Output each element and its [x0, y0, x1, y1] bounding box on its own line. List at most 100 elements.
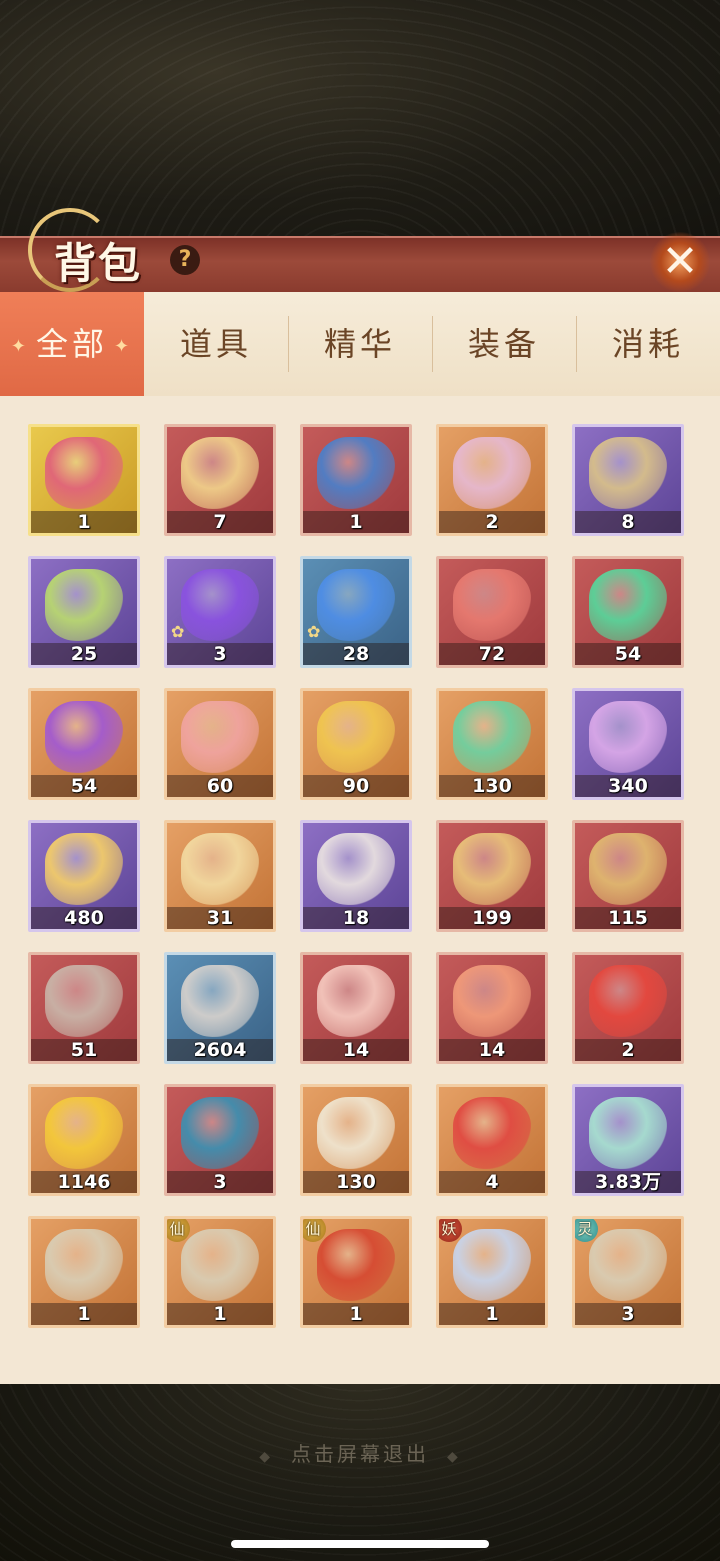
- item-count: 3: [167, 1171, 273, 1193]
- red-potion-gourd-icon: [453, 569, 531, 641]
- inventory-slot[interactable]: 4: [436, 1084, 548, 1196]
- item-count: 90: [303, 775, 409, 797]
- dagger-icon: [45, 965, 123, 1037]
- inventory-slot[interactable]: 3: [164, 1084, 276, 1196]
- rainbow-orb-chest-icon: [45, 569, 123, 641]
- item-count: 480: [31, 907, 137, 929]
- item-count: 54: [575, 643, 681, 665]
- golden-scroll-icon: [181, 833, 259, 905]
- inventory-slot[interactable]: 31: [164, 820, 276, 932]
- inventory-slot[interactable]: 14: [436, 952, 548, 1064]
- inventory-slot[interactable]: ✿ 28: [300, 556, 412, 668]
- amber-potion-bottle-icon: [45, 833, 123, 905]
- pink-potion-bottle-icon: [181, 701, 259, 773]
- item-count: 7: [167, 511, 273, 533]
- item-count: 4: [439, 1171, 545, 1193]
- item-count: 2: [575, 1039, 681, 1061]
- inventory-slot[interactable]: 2604: [164, 952, 276, 1064]
- item-count: 1146: [31, 1171, 137, 1193]
- item-count: 54: [31, 775, 137, 797]
- inventory-slot[interactable]: 1: [28, 1216, 140, 1328]
- tab-consumables[interactable]: 消耗: [576, 292, 720, 396]
- exit-hint-text: 点击屏幕退出: [291, 1442, 429, 1466]
- phoenix-swirl-icon: [589, 965, 667, 1037]
- item-count: 25: [31, 643, 137, 665]
- battle-axe-icon: [181, 1229, 259, 1301]
- grade-tag: 妖: [439, 1219, 462, 1242]
- tab-label: 精华: [323, 325, 396, 363]
- item-count: 115: [575, 907, 681, 929]
- item-count: 3: [167, 643, 273, 665]
- curved-blade-icon: [453, 1229, 531, 1301]
- item-count: 3: [575, 1303, 681, 1325]
- inventory-slot[interactable]: 51: [28, 952, 140, 1064]
- inventory-slot[interactable]: 25: [28, 556, 140, 668]
- inventory-slot[interactable]: 14: [300, 952, 412, 1064]
- inventory-slot[interactable]: 480: [28, 820, 140, 932]
- inventory-slot[interactable]: 54: [572, 556, 684, 668]
- inventory-slot[interactable]: 54: [28, 688, 140, 800]
- home-indicator[interactable]: [231, 1540, 489, 1548]
- yellow-potion-gourd-icon: [317, 701, 395, 773]
- item-count: 28: [303, 643, 409, 665]
- item-count: 130: [439, 775, 545, 797]
- close-button[interactable]: ✕: [650, 232, 710, 292]
- inventory-slot[interactable]: 18: [300, 820, 412, 932]
- inventory-slot[interactable]: 仙1: [300, 1216, 412, 1328]
- inventory-slot[interactable]: 130: [436, 688, 548, 800]
- help-icon[interactable]: ?: [170, 245, 200, 275]
- item-count: 8: [575, 511, 681, 533]
- jade-dust-leaf-icon: [589, 1097, 667, 1169]
- item-count: 51: [31, 1039, 137, 1061]
- inventory-slot[interactable]: 340: [572, 688, 684, 800]
- tab-equipment[interactable]: 装备: [432, 292, 576, 396]
- inventory-slot[interactable]: 199: [436, 820, 548, 932]
- inventory-slot[interactable]: 1: [28, 424, 140, 536]
- inventory-slot[interactable]: 2: [572, 952, 684, 1064]
- inventory-slot[interactable]: 妖1: [436, 1216, 548, 1328]
- tab-label: 消耗: [611, 325, 684, 363]
- inventory-slot[interactable]: 1: [300, 424, 412, 536]
- grade-tag: 仙: [303, 1219, 326, 1242]
- lilac-potion-bottle-icon: [589, 701, 667, 773]
- inventory-slot[interactable]: 8: [572, 424, 684, 536]
- green-potion-bottle-icon: [453, 701, 531, 773]
- inventory-slot[interactable]: 72: [436, 556, 548, 668]
- page-title: 背包: [54, 239, 143, 288]
- inventory-slot[interactable]: 仙1: [164, 1216, 276, 1328]
- item-count: 14: [439, 1039, 545, 1061]
- sparkle-icon: ✦: [114, 335, 134, 357]
- item-count: 14: [303, 1039, 409, 1061]
- inventory-slot[interactable]: 130: [300, 1084, 412, 1196]
- item-count: 2: [439, 511, 545, 533]
- diamond-icon: ◆: [259, 1449, 273, 1465]
- sword-banner-icon: [181, 1097, 259, 1169]
- inventory-slot[interactable]: 1146: [28, 1084, 140, 1196]
- grade-tag: 仙: [167, 1219, 190, 1242]
- tab-label: 道具: [179, 325, 252, 363]
- close-icon: ✕: [661, 236, 699, 287]
- ore-stone-icon: [181, 965, 259, 1037]
- golden-chest-icon: [181, 437, 259, 509]
- inventory-slot[interactable]: 7: [164, 424, 276, 536]
- item-count: 72: [439, 643, 545, 665]
- inventory-slot[interactable]: 115: [572, 820, 684, 932]
- tab-all[interactable]: ✦ 全部 ✦: [0, 292, 144, 396]
- crystal-sand-tray-icon: [317, 965, 395, 1037]
- exit-hint[interactable]: ◆ 点击屏幕退出 ◆: [0, 1438, 720, 1467]
- tab-props[interactable]: 道具: [144, 292, 288, 396]
- gold-nugget-icon: [45, 1097, 123, 1169]
- tab-label: 全部: [35, 325, 108, 363]
- inventory-slot[interactable]: 灵3: [572, 1216, 684, 1328]
- inventory-slot[interactable]: 60: [164, 688, 276, 800]
- inventory-slot[interactable]: 2: [436, 424, 548, 536]
- blue-pouch-icon: [317, 437, 395, 509]
- inventory-slot[interactable]: 3.83万: [572, 1084, 684, 1196]
- background-bottom[interactable]: [0, 1384, 720, 1561]
- item-count: 1: [439, 1303, 545, 1325]
- inventory-slot[interactable]: ✿ 3: [164, 556, 276, 668]
- inventory-slot[interactable]: 90: [300, 688, 412, 800]
- item-count: 2604: [167, 1039, 273, 1061]
- item-count: 1: [31, 511, 137, 533]
- tab-essence[interactable]: 精华: [288, 292, 432, 396]
